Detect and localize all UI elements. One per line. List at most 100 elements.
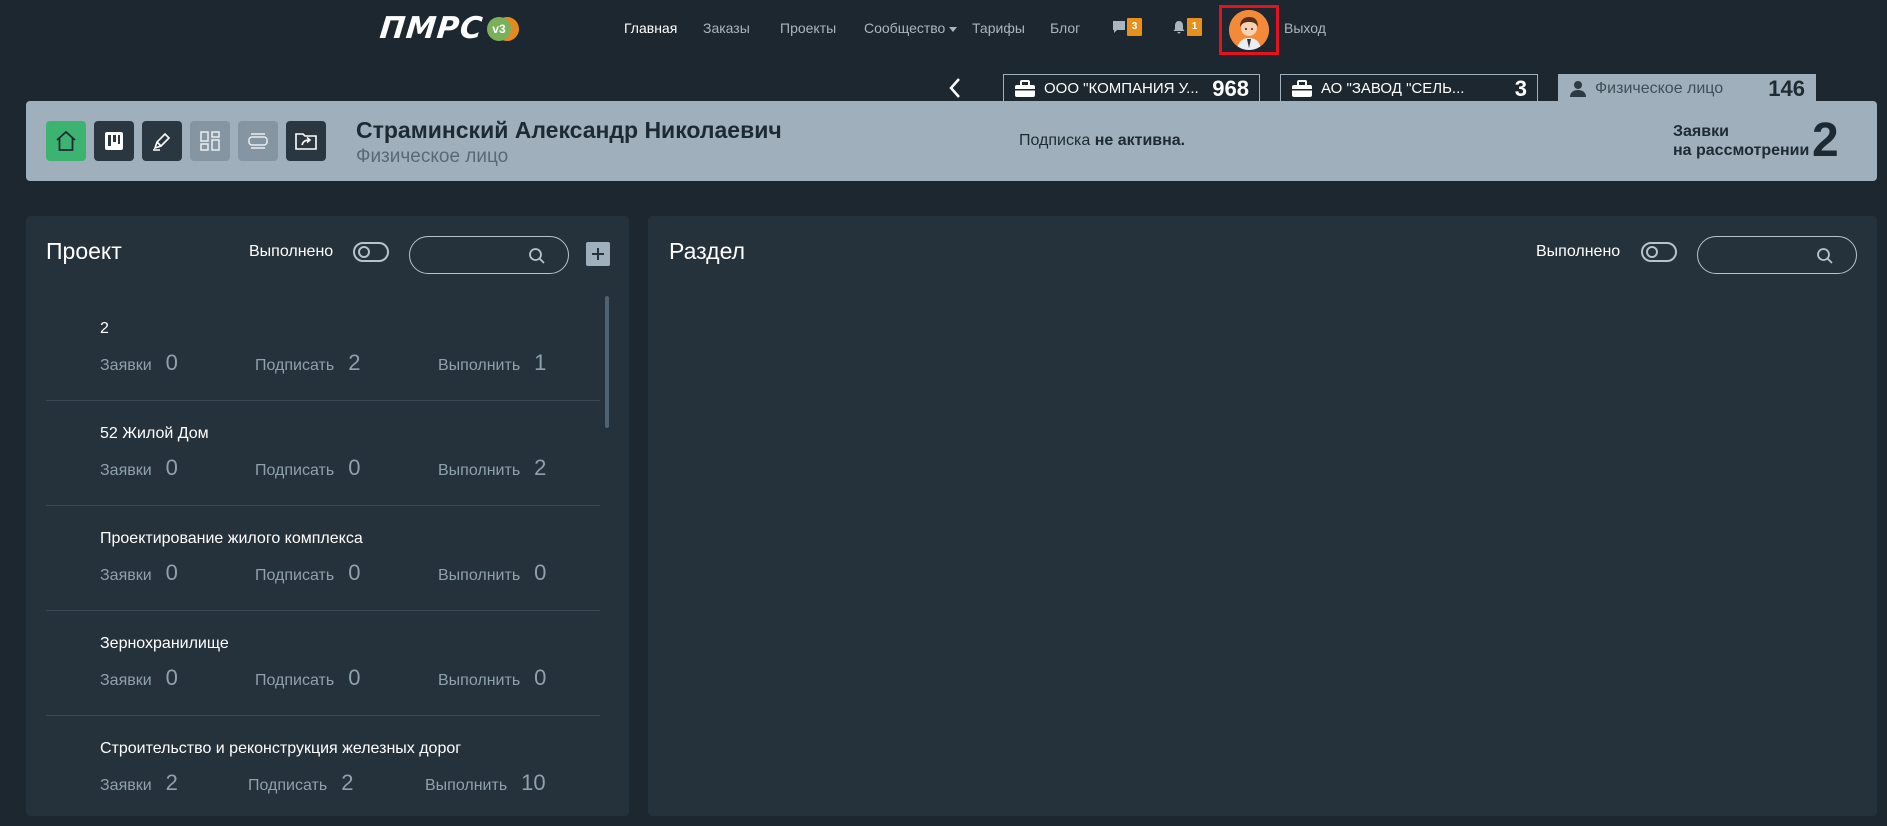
version-badge: v3 <box>486 16 521 42</box>
messages-button[interactable]: 3 <box>1112 18 1142 36</box>
requests-stat: Заявки 0 <box>100 665 178 691</box>
list-item[interactable]: 2 Заявки 0 Подписать 2 Выполнить 1 <box>46 296 600 401</box>
subscription-value: не активна. <box>1094 132 1186 149</box>
org-tab-individual[interactable]: Физическое лицо 146 <box>1558 74 1816 102</box>
org-tab-name: ООО "КОМПАНИЯ У... <box>1044 80 1199 97</box>
project-name: Проектирование жилого комплекса <box>100 530 363 547</box>
section-search-input[interactable] <box>1712 237 1822 273</box>
sign-stat: Подписать 2 <box>255 350 360 376</box>
stat-value: 1 <box>534 350 547 375</box>
stat-value: 0 <box>534 560 547 585</box>
stat-label: Подписать <box>255 462 335 479</box>
stat-label: Выполнить <box>425 777 508 794</box>
profile-name: Страминский Александр Николаевич <box>356 117 782 143</box>
nav-home[interactable]: Главная <box>624 20 677 36</box>
stat-label: Заявки <box>100 462 152 479</box>
stat-value: 0 <box>348 665 361 690</box>
org-tab-count: 3 <box>1514 75 1527 101</box>
stat-label: Выполнить <box>438 567 521 584</box>
list-item[interactable]: Зернохранилище Заявки 0 Подписать 0 Выполн… <box>46 611 600 716</box>
stat-value: 10 <box>521 770 546 795</box>
list-item[interactable]: 52 Жилой Дом Заявки 0 Подписать 0 Выполнит… <box>46 401 600 506</box>
sign-stat: Подписать 0 <box>255 665 360 691</box>
messages-count-badge: 3 <box>1127 18 1142 36</box>
sign-stat: Подписать 2 <box>248 770 353 796</box>
stat-value: 0 <box>165 560 178 585</box>
kanban-icon <box>105 132 123 150</box>
execute-stat: Выполнить 1 <box>438 350 546 376</box>
stat-value: 2 <box>341 770 354 795</box>
nav-tariffs[interactable]: Тарифы <box>972 20 1025 36</box>
kanban-tool-button[interactable] <box>94 121 134 161</box>
project-name: Строительство и реконструкция железных д… <box>100 740 462 757</box>
home-tool-button[interactable] <box>46 121 86 161</box>
stat-value: 0 <box>165 665 178 690</box>
grid-icon <box>200 131 220 151</box>
logo-text: ПМРС <box>378 11 485 46</box>
list-item[interactable]: Строительство и реконструкция железных д… <box>46 716 600 808</box>
logout-link[interactable]: Выход <box>1284 20 1326 36</box>
project-list-scrollbar[interactable] <box>605 296 609 796</box>
project-done-label: Выполнено <box>249 243 334 260</box>
dashboard-tool-button[interactable] <box>190 121 230 161</box>
briefcase-icon <box>1015 79 1035 97</box>
stat-value: 0 <box>348 455 361 480</box>
project-search-input[interactable] <box>424 237 534 273</box>
nav-community[interactable]: Сообщество <box>864 20 958 36</box>
list-item[interactable]: Проектирование жилого комплекса Заявки 0 … <box>46 506 600 611</box>
org-tab-count: 968 <box>1212 75 1249 101</box>
subscription-prefix: Подписка <box>1019 132 1091 149</box>
sign-stat: Подписать 0 <box>255 560 360 586</box>
requests-pending-count[interactable]: 2 <box>1812 113 1839 168</box>
section-panel-title: Раздел <box>669 238 746 264</box>
org-tab-company-2[interactable]: АО "ЗАВОД "СЕЛЬ... 3 <box>1280 74 1538 102</box>
sign-tool-button[interactable] <box>142 121 182 161</box>
search-icon[interactable] <box>1816 247 1834 265</box>
section-done-toggle[interactable] <box>1641 242 1677 262</box>
stat-value: 0 <box>165 350 178 375</box>
shared-folder-tool-button[interactable] <box>286 121 326 161</box>
search-icon[interactable] <box>528 247 546 265</box>
folder-share-icon <box>295 133 317 150</box>
briefcase-icon <box>1292 79 1312 97</box>
stat-label: Подписать <box>255 567 335 584</box>
add-project-button[interactable] <box>586 242 610 266</box>
project-name: 52 Жилой Дом <box>100 425 209 442</box>
notifications-button[interactable]: 1 <box>1172 18 1202 36</box>
execute-stat: Выполнить 10 <box>425 770 546 796</box>
requests-stat: Заявки 0 <box>100 455 178 481</box>
scrollbar-thumb[interactable] <box>605 296 609 428</box>
pen-icon <box>153 132 171 151</box>
stat-label: Выполнить <box>438 462 521 479</box>
stat-label: Заявки <box>100 777 152 794</box>
stat-value: 2 <box>165 770 178 795</box>
user-avatar-button[interactable] <box>1219 5 1279 55</box>
requests-label-line-1: Заявки <box>1673 123 1729 140</box>
bell-icon <box>1173 21 1185 34</box>
profile-header: Страминский Александр Николаевич Физичес… <box>26 101 1877 181</box>
avatar <box>1229 10 1269 50</box>
stat-label: Выполнить <box>438 357 521 374</box>
nav-projects[interactable]: Проекты <box>780 20 836 36</box>
layout-tool-button[interactable] <box>238 121 278 161</box>
section-search[interactable] <box>1697 236 1857 274</box>
project-done-toggle[interactable] <box>353 242 389 262</box>
stat-label: Заявки <box>100 672 152 689</box>
stat-value: 2 <box>348 350 361 375</box>
section-panel: Раздел Выполнено <box>648 216 1877 816</box>
org-tab-count: 146 <box>1768 75 1805 101</box>
project-list: 2 Заявки 0 Подписать 2 Выполнить 1 52 Жилой… <box>46 296 600 808</box>
nav-orders[interactable]: Заказы <box>703 20 750 36</box>
nav-blog[interactable]: Блог <box>1050 20 1080 36</box>
org-tab-name: Физическое лицо <box>1595 79 1724 97</box>
org-tab-company-1[interactable]: ООО "КОМПАНИЯ У... 968 <box>1003 74 1260 102</box>
stat-value: 0 <box>165 455 178 480</box>
project-panel: Проект Выполнено 2 Заявки 0 Подписать 2 Вы… <box>26 216 629 816</box>
section-done-label: Выполнено <box>1536 243 1621 260</box>
project-search[interactable] <box>409 236 569 274</box>
stat-value: 0 <box>348 560 361 585</box>
project-name: 2 <box>100 320 109 337</box>
requests-stat: Заявки 0 <box>100 560 178 586</box>
project-name: Зернохранилище <box>100 635 229 652</box>
site-logo[interactable]: ПМРС v3 <box>378 11 521 46</box>
